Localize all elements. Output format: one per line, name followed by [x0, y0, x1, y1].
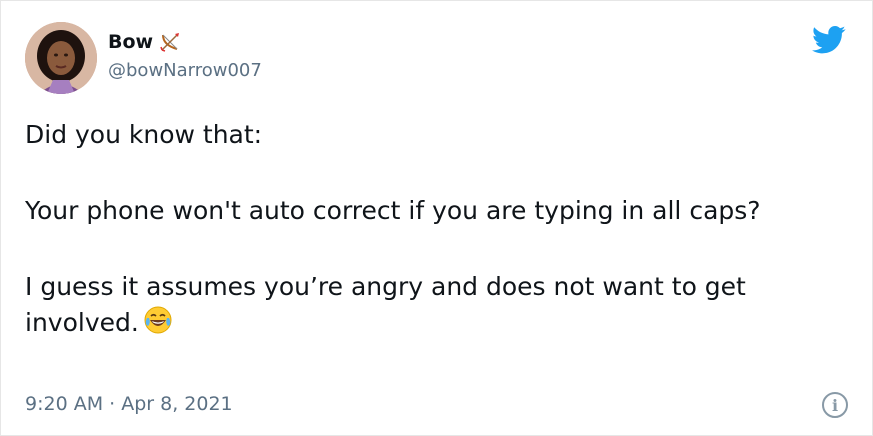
- tweet-line: Did you know that:: [25, 120, 263, 149]
- bow-and-arrow-icon: [159, 31, 181, 53]
- tweet-text: Did you know that: Your phone won't auto…: [25, 117, 855, 341]
- tweet-timestamp[interactable]: 9:20 AM · Apr 8, 2021: [25, 393, 233, 415]
- avatar[interactable]: [25, 22, 97, 94]
- name-row: Bow: [108, 31, 181, 53]
- tweet-card: Bow @bowNarrow007 Did you know that: You…: [0, 0, 873, 436]
- user-handle[interactable]: @bowNarrow007: [108, 60, 262, 81]
- info-icon[interactable]: i: [822, 392, 848, 418]
- tweet-line: I guess it assumes you’re angry and does…: [25, 269, 855, 341]
- tweet-line: Your phone won't auto correct if you are…: [25, 196, 761, 225]
- display-name[interactable]: Bow: [108, 31, 153, 53]
- tweet-line-text: I guess it assumes you’re angry and does…: [25, 272, 746, 337]
- twitter-bird-icon[interactable]: [812, 25, 846, 55]
- avatar-image: [25, 22, 97, 94]
- face-with-tears-of-joy-icon: [143, 305, 173, 335]
- info-glyph: i: [831, 395, 839, 415]
